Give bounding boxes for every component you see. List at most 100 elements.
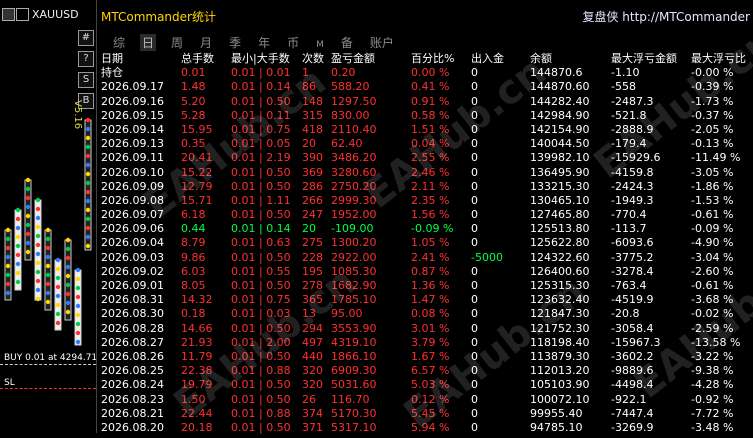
table-cell: 294	[302, 321, 323, 335]
tab-9[interactable]: 账户	[368, 34, 396, 51]
table-cell: 2999.30	[331, 193, 377, 207]
order-marker	[85, 162, 91, 168]
hash-button[interactable]: #	[78, 30, 94, 46]
tab-5[interactable]: 年	[256, 34, 272, 51]
table-cell: -7447.4	[611, 406, 654, 420]
order-marker	[15, 216, 21, 222]
table-cell: 2922.00	[331, 250, 377, 264]
order-marker	[75, 276, 81, 282]
column-header: 最大浮亏金额	[611, 52, 677, 65]
table-cell: 0.01 | 0.11	[231, 108, 291, 122]
order-marker	[85, 207, 91, 213]
order-marker	[55, 320, 61, 326]
order-marker	[55, 302, 61, 308]
order-marker	[85, 243, 91, 249]
order-marker	[35, 224, 41, 230]
table-cell: 0.87 %	[411, 264, 450, 278]
table-row: 2026.09.03 9.86 0.01 | 0.50 228 2922.00 2.41 …	[97, 251, 753, 265]
table-cell: 1785.10	[331, 293, 377, 307]
candle	[24, 179, 32, 261]
table-cell: 0.01 | 0.75	[231, 122, 291, 136]
table-cell: 148	[302, 94, 323, 108]
buy-order-line[interactable]	[0, 364, 96, 365]
table-cell: 0	[471, 321, 478, 335]
table-cell: 418	[302, 122, 323, 136]
table-cell: -2.59 %	[691, 321, 734, 335]
table-cell: 144282.40	[530, 94, 590, 108]
table-cell: 95.00	[331, 307, 363, 321]
table-cell: -521.8	[611, 108, 647, 122]
candle	[44, 229, 52, 311]
order-marker	[75, 303, 81, 309]
tab-4[interactable]: 季	[227, 34, 243, 51]
app-link[interactable]: 复盘侠 http://MTCommander	[582, 8, 750, 25]
table-cell: 0	[471, 364, 478, 378]
table-cell: 2026.09.11	[101, 151, 164, 165]
table-cell: -2487.3	[611, 94, 654, 108]
table-cell: 5.45 %	[411, 406, 450, 420]
table-cell: 5.20	[181, 94, 206, 108]
table-cell: 2.41 %	[411, 250, 450, 264]
table-cell: 20	[302, 222, 316, 236]
table-cell: 0.01 | 2.19	[231, 151, 291, 165]
order-marker	[25, 249, 31, 255]
table-cell: 2.11 %	[411, 179, 450, 193]
help-button[interactable]: ?	[78, 51, 94, 67]
table-cell: 390	[302, 151, 323, 165]
table-cell: 0	[471, 236, 478, 250]
table-row: 2026.09.10 15.22 0.01 | 0.50 369 3280.60 2.46…	[97, 166, 753, 180]
table-cell: 0.01 | 0.01	[231, 66, 291, 80]
chart-strip[interactable]: XAUUSD # ? S B V5.16 BUY 0.01 at 4294.71…	[0, 0, 96, 433]
table-cell: 1.36 %	[411, 279, 450, 292]
table-cell: 11.79	[181, 349, 213, 363]
order-marker	[35, 206, 41, 212]
order-marker	[25, 186, 31, 192]
tab-1[interactable]: 日	[140, 34, 157, 51]
tab-6[interactable]: 币	[285, 34, 301, 51]
order-marker	[15, 261, 21, 267]
table-cell: 142154.90	[530, 122, 590, 136]
table-row: 2026.09.11 20.41 0.01 | 2.19 390 3486.20 2.55…	[97, 151, 753, 165]
order-marker	[55, 266, 61, 272]
table-cell: 140044.50	[530, 137, 590, 151]
table-row: 持仓 0.01 0.01 | 0.01 1 0.20 0.00 % 0 144870.6 -1.…	[97, 66, 753, 80]
table-cell: -15929.6	[611, 151, 661, 165]
table-cell: 0.01 | 1.11	[231, 193, 291, 207]
order-marker	[5, 281, 11, 287]
table-cell: 136495.90	[530, 165, 590, 179]
table-cell: 125513.80	[530, 222, 590, 236]
tab-0[interactable]: 综	[111, 34, 127, 51]
table-row: 2026.09.07 6.18 0.01 | 0.50 247 1952.00 1.56 …	[97, 208, 753, 222]
table-row: 2026.09.15 5.28 0.01 | 0.11 315 830.00 0.58 %…	[97, 109, 753, 123]
table-cell: 1682.90	[331, 279, 377, 292]
table-row: 2026.09.02 6.03 0.01 | 0.55 195 1085.30 0.87 …	[97, 265, 753, 279]
order-marker	[85, 126, 91, 132]
order-marker	[65, 300, 71, 306]
chart-close-icon[interactable]	[16, 8, 29, 21]
table-cell: -0.13 %	[691, 137, 734, 151]
table-cell: 14.32	[181, 293, 213, 307]
table-cell: -15967.3	[611, 335, 661, 349]
order-marker	[45, 290, 51, 296]
order-marker	[45, 227, 51, 233]
table-cell: 116.70	[331, 392, 370, 406]
chart-menu-icon[interactable]	[2, 8, 15, 21]
tab-7[interactable]: M	[314, 40, 326, 50]
sell-button[interactable]: S	[78, 72, 94, 88]
column-header: 日期	[101, 52, 123, 65]
order-marker	[55, 284, 61, 290]
table-cell: -0.02 %	[691, 307, 734, 321]
column-header: 次数	[302, 52, 324, 65]
tab-2[interactable]: 周	[169, 34, 185, 51]
tab-3[interactable]: 月	[198, 34, 214, 51]
order-marker	[45, 254, 51, 260]
table-cell: 0.20	[331, 66, 356, 80]
table-row: 2026.08.21 22.44 0.01 | 0.88 374 5170.30 5.45…	[97, 407, 753, 421]
table-cell: 3553.90	[331, 321, 377, 335]
chart-symbol: XAUUSD	[32, 8, 79, 21]
tab-8[interactable]: 备	[339, 34, 355, 51]
table-cell: 0.01 | 0.50	[231, 179, 291, 193]
table-cell: 0.01 | 0.50	[231, 165, 291, 179]
table-row: 2026.09.09 12.79 0.01 | 0.50 286 2750.20 2.11…	[97, 180, 753, 194]
stop-loss-line[interactable]	[0, 388, 96, 389]
